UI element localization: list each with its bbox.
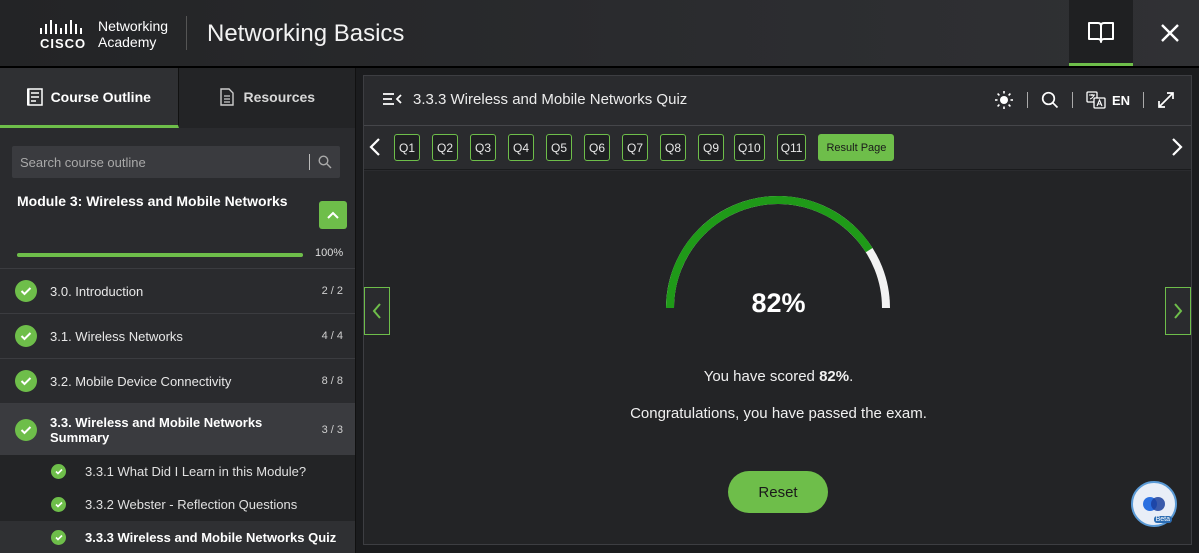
search-input[interactable] xyxy=(20,154,309,170)
tab-course-outline[interactable]: Course Outline xyxy=(0,68,179,128)
sub-item-3-3-1[interactable]: 3.3.1 What Did I Learn in this Module? xyxy=(0,455,355,488)
toolbar-divider xyxy=(1026,92,1028,108)
collapse-menu-icon[interactable] xyxy=(382,91,402,107)
completed-check-icon xyxy=(15,280,37,302)
language-selector[interactable]: EN xyxy=(1086,91,1130,109)
question-button-q5[interactable]: Q5 xyxy=(546,134,572,161)
chevron-right-icon[interactable] xyxy=(1171,137,1183,157)
question-button-q8[interactable]: Q8 xyxy=(660,134,686,161)
question-button-q9[interactable]: Q9 xyxy=(698,134,724,161)
course-book-button[interactable] xyxy=(1069,0,1133,66)
outline-item-count: 8 / 8 xyxy=(321,375,343,387)
outline-item-count: 2 / 2 xyxy=(321,285,343,297)
book-icon xyxy=(1088,21,1114,43)
cisco-wordmark: CISCO xyxy=(40,36,87,51)
sub-item-label: 3.3.2 Webster - Reflection Questions xyxy=(85,497,298,512)
quiz-toolbar: EN xyxy=(994,90,1175,110)
sidebar-tabs: Course Outline Resources xyxy=(0,68,356,128)
question-button-q11[interactable]: Q11 xyxy=(776,134,807,161)
brightness-icon[interactable] xyxy=(994,90,1014,110)
webex-assistant-icon xyxy=(1143,497,1165,511)
brand-product-sub: Academy xyxy=(98,34,157,50)
question-button-q10[interactable]: Q10 xyxy=(734,134,765,161)
score-sentence: You have scored 82%. xyxy=(364,368,1191,385)
outline-search[interactable] xyxy=(12,146,340,178)
module-progress-fill xyxy=(17,253,303,257)
outline-item-label: 3.0. Introduction xyxy=(50,283,144,299)
tab-resources[interactable]: Resources xyxy=(179,68,356,128)
score-sentence-value: 82% xyxy=(819,368,850,385)
search-icon[interactable] xyxy=(1041,91,1059,109)
collapse-module-button[interactable] xyxy=(319,201,347,229)
outline-item-label: 3.1. Wireless Networks xyxy=(50,328,183,344)
module-title[interactable]: Module 3: Wireless and Mobile Networks xyxy=(17,188,297,214)
course-title: Networking Basics xyxy=(207,20,405,47)
quiz-header: 3.3.3 Wireless and Mobile Networks Quiz … xyxy=(364,76,1191,126)
outline-item-3-0[interactable]: 3.0. Introduction 2 / 2 xyxy=(0,268,355,313)
module-progress-bar xyxy=(17,253,303,257)
translate-icon xyxy=(1086,91,1106,109)
outline-item-label: 3.2. Mobile Device Connectivity xyxy=(50,373,232,389)
sub-item-label: 3.3.1 What Did I Learn in this Module? xyxy=(85,464,307,479)
completed-check-icon xyxy=(15,370,37,392)
close-button[interactable] xyxy=(1140,0,1199,66)
close-icon xyxy=(1160,24,1179,42)
completed-check-icon xyxy=(15,325,37,347)
outline-item-count: 4 / 4 xyxy=(321,330,343,342)
question-button-q1[interactable]: Q1 xyxy=(394,134,420,161)
chevron-up-icon xyxy=(327,211,339,219)
result-area: 82% You have scored 82%. Congratulations… xyxy=(364,171,1191,544)
pass-message: Congratulations, you have passed the exa… xyxy=(630,405,927,422)
sub-item-3-3-2[interactable]: 3.3.2 Webster - Reflection Questions xyxy=(0,488,355,521)
reset-button[interactable]: Reset xyxy=(728,471,828,513)
top-header: CISCO Networking Academy Networking Basi… xyxy=(0,0,1199,68)
toolbar-divider xyxy=(1143,92,1144,108)
result-page-button[interactable]: Result Page xyxy=(818,134,895,161)
outline-icon xyxy=(26,87,43,106)
cisco-networking-academy-logo[interactable]: CISCO Networking Academy xyxy=(40,18,172,52)
tab-resources-label: Resources xyxy=(243,88,316,105)
header-divider xyxy=(186,16,187,50)
score-sentence-suffix: . xyxy=(849,368,854,385)
outline-list: 3.0. Introduction 2 / 2 3.1. Wireless Ne… xyxy=(0,268,355,553)
document-icon xyxy=(220,87,235,106)
quiz-panel: 3.3.3 Wireless and Mobile Networks Quiz … xyxy=(363,75,1192,545)
sub-item-label: 3.3.3 Wireless and Mobile Networks Quiz xyxy=(85,530,337,545)
question-button-q4[interactable]: Q4 xyxy=(508,134,534,161)
completed-check-icon xyxy=(51,497,66,512)
completed-check-icon xyxy=(51,464,66,479)
sub-outline-list: 3.3.1 What Did I Learn in this Module? 3… xyxy=(0,455,355,553)
question-button-q6[interactable]: Q6 xyxy=(584,134,610,161)
language-label: EN xyxy=(1111,92,1130,108)
fullscreen-icon[interactable] xyxy=(1157,91,1175,109)
cisco-bars-icon xyxy=(40,20,82,34)
course-sidebar: Course Outline Resources Module 3: Wirel… xyxy=(0,68,356,553)
search-caret xyxy=(309,154,310,170)
quiz-title: 3.3.3 Wireless and Mobile Networks Quiz xyxy=(413,91,688,108)
score-sentence-prefix: You have scored xyxy=(703,368,820,385)
outline-item-3-1[interactable]: 3.1. Wireless Networks 4 / 4 xyxy=(0,313,355,358)
toolbar-divider xyxy=(1071,92,1073,108)
outline-item-count: 3 / 3 xyxy=(321,423,343,436)
question-button-q3[interactable]: Q3 xyxy=(470,134,496,161)
question-button-q2[interactable]: Q2 xyxy=(432,134,458,161)
chevron-left-icon[interactable] xyxy=(369,137,381,157)
question-buttons: Q1 Q2 Q3 Q4 Q5 Q6 Q7 Q8 Q9 Q10 Q11 Resul… xyxy=(394,134,895,161)
beta-badge: Beta xyxy=(1153,516,1172,523)
outline-item-label: 3.3. Wireless and Mobile Networks Summar… xyxy=(50,414,263,445)
sub-item-3-3-3[interactable]: 3.3.3 Wireless and Mobile Networks Quiz xyxy=(0,521,355,553)
module-progress-text: 100% xyxy=(315,247,344,259)
score-percentage: 82% xyxy=(751,288,806,318)
search-icon[interactable] xyxy=(318,155,332,169)
brand-product: Networking xyxy=(98,18,169,34)
assistant-beta-button[interactable]: Beta xyxy=(1131,481,1177,527)
completed-check-icon xyxy=(15,418,37,441)
question-button-q7[interactable]: Q7 xyxy=(622,134,648,161)
completed-check-icon xyxy=(51,530,66,545)
question-navigator: Q1 Q2 Q3 Q4 Q5 Q6 Q7 Q8 Q9 Q10 Q11 Resul… xyxy=(364,127,1191,170)
outline-item-3-3[interactable]: 3.3. Wireless and Mobile Networks Summar… xyxy=(0,403,355,455)
tab-course-outline-label: Course Outline xyxy=(50,88,151,105)
outline-item-3-2[interactable]: 3.2. Mobile Device Connectivity 8 / 8 xyxy=(0,358,355,403)
